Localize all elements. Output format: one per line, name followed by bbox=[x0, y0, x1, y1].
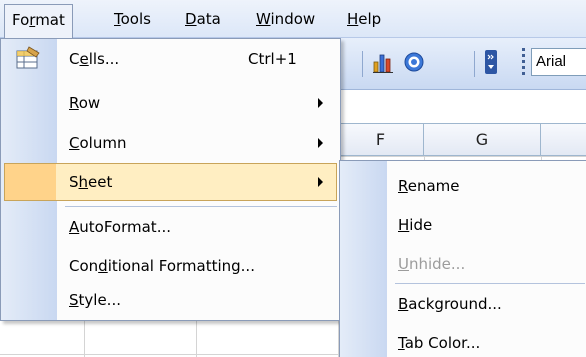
toolbar-separator bbox=[474, 51, 475, 77]
format-cells-icon bbox=[16, 46, 40, 69]
chart-wizard-icon[interactable] bbox=[372, 50, 394, 74]
help-icon[interactable] bbox=[403, 50, 425, 74]
menu-help[interactable]: Help bbox=[347, 0, 381, 38]
toolbar-separator bbox=[362, 51, 363, 77]
shortcut-label: Ctrl+1 bbox=[248, 50, 297, 68]
column-header-f[interactable]: F bbox=[338, 124, 424, 155]
menu-item-row[interactable]: Row bbox=[1, 83, 340, 123]
column-header-g[interactable]: G bbox=[424, 124, 541, 155]
menu-window[interactable]: Window bbox=[256, 0, 315, 38]
menu-data[interactable]: Data bbox=[185, 0, 221, 38]
submenu-arrow-icon bbox=[318, 98, 323, 108]
submenu-item-hide[interactable]: Hide bbox=[340, 205, 586, 245]
submenu-arrow-icon bbox=[318, 138, 323, 148]
menu-format[interactable]: Format bbox=[4, 4, 73, 38]
format-menu: Cells... Ctrl+1 Row Column Sheet AutoFor… bbox=[0, 38, 341, 321]
submenu-arrow-icon bbox=[318, 177, 323, 187]
menu-item-column[interactable]: Column bbox=[1, 123, 340, 163]
font-name-box[interactable]: Arial bbox=[531, 48, 586, 76]
submenu-item-rename[interactable]: Rename bbox=[340, 166, 586, 206]
menu-item-cells[interactable]: Cells... Ctrl+1 bbox=[1, 39, 340, 79]
menu-item-sheet[interactable]: Sheet bbox=[1, 162, 340, 202]
menu-tools[interactable]: Tools bbox=[114, 0, 151, 38]
sheet-submenu: Rename Hide Unhide... Background... Tab … bbox=[339, 160, 586, 357]
submenu-item-tab-color[interactable]: Tab Color... bbox=[340, 323, 586, 357]
menu-item-autoformat[interactable]: AutoFormat... bbox=[1, 207, 340, 247]
menu-bar: Format Tools Data Window Help bbox=[0, 0, 586, 38]
menu-item-highlight-gutter bbox=[4, 163, 56, 201]
toolbar-grip[interactable] bbox=[520, 48, 528, 78]
menu-item-style[interactable]: Style... bbox=[1, 280, 340, 320]
toolbar-options-icon[interactable] bbox=[485, 50, 497, 74]
submenu-item-unhide: Unhide... bbox=[398, 255, 466, 273]
submenu-item-background[interactable]: Background... bbox=[340, 284, 586, 324]
